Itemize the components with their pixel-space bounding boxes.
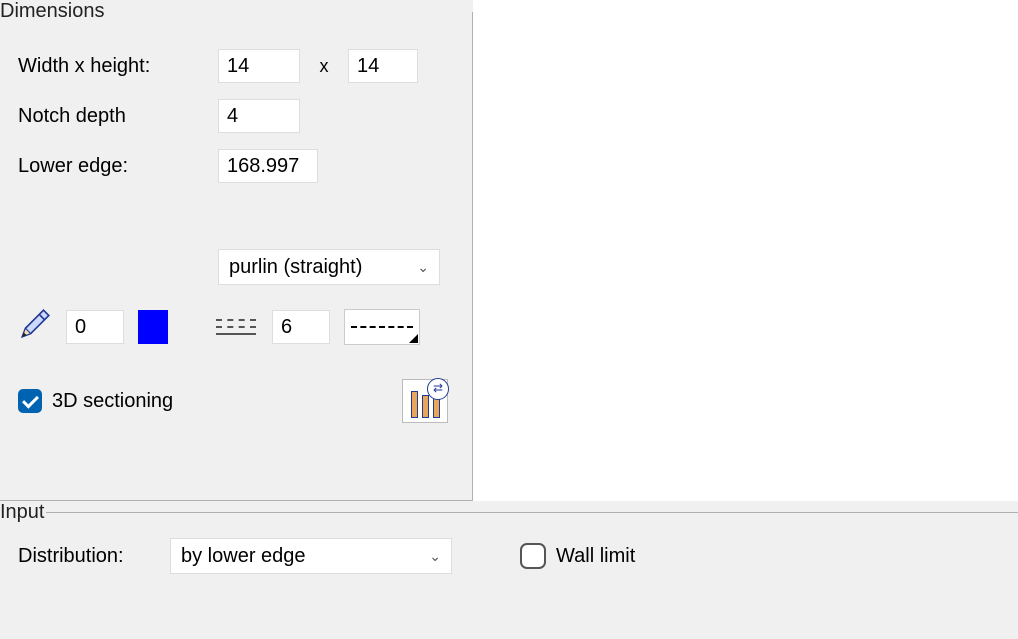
width-input[interactable]: [218, 49, 300, 83]
lower-edge-label: Lower edge:: [18, 155, 218, 178]
3d-sectioning-checkbox[interactable]: [18, 389, 42, 413]
swap-icon: ⇄: [427, 378, 449, 400]
line-style-picker[interactable]: [344, 309, 420, 345]
lower-edge-input[interactable]: [218, 149, 318, 183]
wall-limit-checkbox[interactable]: [520, 543, 546, 569]
component-type-value: purlin (straight): [229, 256, 362, 279]
input-legend: Input: [0, 501, 46, 524]
wall-limit-label: Wall limit: [556, 545, 635, 568]
x-separator: x: [300, 56, 348, 77]
distribution-value: by lower edge: [181, 545, 306, 568]
distribution-select[interactable]: by lower edge ⌄: [170, 538, 452, 574]
pen-color-swatch[interactable]: [138, 310, 168, 344]
dimensions-legend: Dimensions: [0, 0, 106, 23]
notch-depth-input[interactable]: [218, 99, 300, 133]
input-group: Input Distribution: by lower edge ⌄ Wall…: [0, 501, 1018, 598]
distribution-label: Distribution:: [18, 545, 158, 568]
chevron-down-icon: ⌄: [417, 259, 429, 276]
line-number-input[interactable]: [272, 310, 330, 344]
preview-area: [473, 0, 1018, 501]
component-type-select[interactable]: purlin (straight) ⌄: [218, 249, 440, 285]
width-height-label: Width x height:: [18, 55, 218, 78]
chevron-down-icon: ⌄: [429, 548, 441, 565]
section-settings-button[interactable]: ⇄: [402, 379, 448, 423]
line-type-icon[interactable]: [214, 313, 258, 341]
3d-sectioning-label: 3D sectioning: [52, 390, 173, 413]
notch-depth-label: Notch depth: [18, 105, 218, 128]
pen-number-input[interactable]: [66, 310, 124, 344]
pencil-icon[interactable]: [18, 307, 52, 347]
dimensions-group: Dimensions Width x height: x Notch depth…: [0, 0, 473, 501]
height-input[interactable]: [348, 49, 418, 83]
